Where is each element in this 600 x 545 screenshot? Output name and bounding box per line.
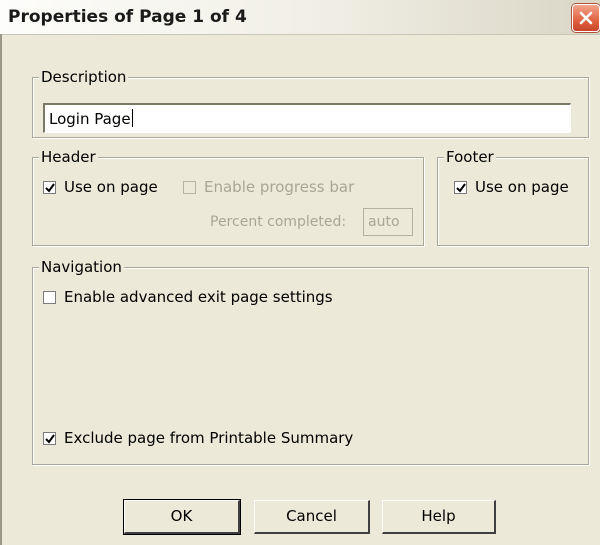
header-legend: Header	[39, 148, 98, 166]
header-use-on-page-checkbox[interactable]: Use on page	[43, 178, 158, 196]
checkbox-box[interactable]	[183, 180, 196, 194]
enable-progress-bar-checkbox[interactable]: Enable progress bar	[183, 178, 354, 196]
checkmark-icon	[456, 182, 466, 193]
header-use-on-page-label: Use on page	[64, 178, 158, 196]
description-input[interactable]: Login Page	[43, 103, 571, 133]
navigation-legend: Navigation	[39, 258, 124, 276]
header-group: Header Use on page Enable progress bar P…	[32, 148, 424, 246]
footer-legend: Footer	[444, 148, 496, 166]
footer-use-on-page-checkbox[interactable]: Use on page	[454, 178, 569, 196]
description-value: Login Page	[49, 110, 131, 128]
help-button[interactable]: Help	[382, 500, 496, 534]
footer-use-on-page-label: Use on page	[475, 178, 569, 196]
footer-group: Footer Use on page	[437, 148, 589, 246]
percent-completed-input[interactable]: auto	[363, 208, 413, 236]
checkbox-box[interactable]	[454, 180, 467, 194]
text-caret	[131, 109, 133, 127]
percent-completed-label: Percent completed:	[210, 214, 347, 230]
checkbox-box[interactable]	[43, 431, 56, 445]
cancel-button[interactable]: Cancel	[254, 500, 370, 534]
exclude-printable-summary-label: Exclude page from Printable Summary	[64, 429, 354, 447]
window-frame-left	[0, 34, 2, 545]
checkbox-box[interactable]	[43, 180, 56, 194]
description-group: Description Login Page	[32, 68, 589, 138]
checkmark-icon	[45, 182, 55, 193]
exclude-printable-summary-checkbox[interactable]: Exclude page from Printable Summary	[43, 429, 353, 447]
navigation-group: Navigation Enable advanced exit page set…	[32, 258, 589, 465]
advanced-exit-label: Enable advanced exit page settings	[64, 288, 333, 306]
advanced-exit-checkbox[interactable]: Enable advanced exit page settings	[43, 288, 333, 306]
enable-progress-bar-label: Enable progress bar	[204, 178, 355, 196]
checkbox-box[interactable]	[43, 290, 56, 304]
properties-dialog: Properties of Page 1 of 4 Description Lo…	[0, 0, 600, 545]
close-button[interactable]	[572, 4, 600, 32]
checkmark-icon	[45, 433, 55, 444]
title-bar[interactable]: Properties of Page 1 of 4	[0, 0, 600, 35]
dialog-title: Properties of Page 1 of 4	[8, 7, 247, 27]
description-legend: Description	[39, 68, 129, 86]
ok-button[interactable]: OK	[123, 499, 241, 535]
close-icon	[579, 11, 593, 25]
